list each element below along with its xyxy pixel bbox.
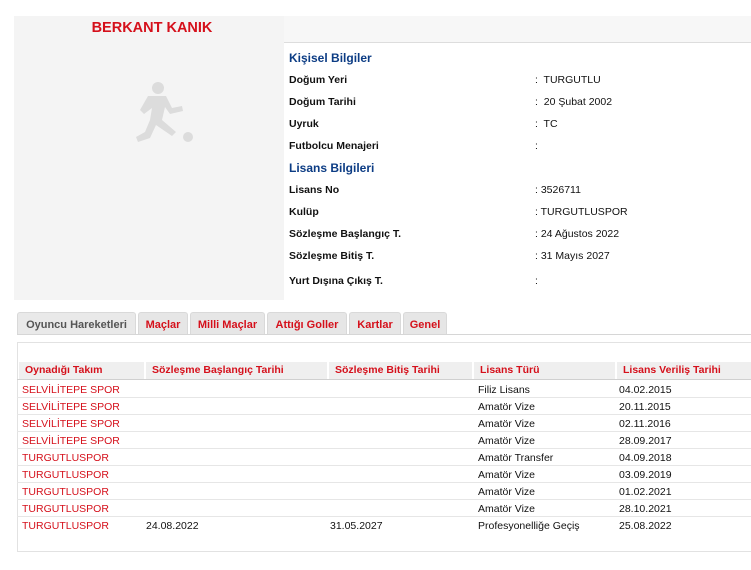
header-team: Oynadığı Takım [19, 362, 144, 379]
player-name: BERKANT KANIK [91, 20, 213, 36]
table-row: SELVİLİTEPE SPOR Filiz Lisans 04.02.2015 [17, 381, 751, 398]
nationality-value: : TC [535, 118, 558, 130]
contract-end-label: Sözleşme Bitiş T. [289, 250, 375, 262]
tab-goals[interactable]: Attığı Goller [267, 312, 347, 334]
birthdate-value: : 20 Şubat 2002 [535, 96, 613, 108]
abroad-exit-label: Yurt Dışına Çıkış T. [289, 275, 383, 287]
license-info-title: Lisans Bilgileri [289, 161, 375, 175]
license-date-cell: 25.08.2022 [619, 520, 672, 532]
license-no-value: : 3526711 [535, 184, 581, 196]
table-row: TURGUTLUSPOR 24.08.2022 31.05.2027 Profesyo… [17, 517, 751, 534]
table-row: TURGUTLUSPOR Amatör Vize 01.02.2021 [17, 483, 751, 500]
tab-national-matches[interactable]: Milli Maçlar [190, 312, 265, 334]
table-row: SELVİLİTEPE SPOR Amatör Vize 28.09.2017 [17, 432, 751, 449]
tab-divider [17, 334, 751, 335]
nationality-label: Uyruk [289, 118, 319, 130]
club-value: : TURGUTLUSPOR [535, 206, 628, 218]
birthplace-value: : TURGUTLU [535, 74, 601, 86]
agent-label: Futbolcu Menajeri [289, 140, 379, 152]
tab-general[interactable]: Genel [403, 312, 447, 334]
club-label: Kulüp [289, 206, 319, 218]
birthdate-label: Doğum Tarihi [289, 96, 356, 108]
license-no-label: Lisans No [289, 184, 340, 196]
contract-end-value: : 31 Mayıs 2027 [535, 250, 610, 262]
table-row: TURGUTLUSPOR Amatör Vize 03.09.2019 [17, 466, 751, 483]
tab-matches[interactable]: Maçlar [138, 312, 188, 334]
table-row: SELVİLİTEPE SPOR Amatör Vize 02.11.2016 [17, 415, 751, 432]
player-photo-area [14, 16, 284, 300]
license-type-cell: Profesyonelliğe Geçiş [478, 520, 580, 532]
contract-start-label: Sözleşme Başlangıç T. [289, 228, 402, 240]
table-row: TURGUTLUSPOR Amatör Vize 28.10.2021 [17, 500, 751, 517]
player-silhouette-icon [136, 82, 193, 142]
contract-start-value: : 24 Ağustos 2022 [535, 228, 620, 240]
team-cell[interactable]: TURGUTLUSPOR [22, 517, 109, 535]
header-license-date: Lisans Veriliş Tarihi [617, 362, 751, 379]
header-contract-end: Sözleşme Bitiş Tarihi [329, 362, 472, 379]
header-license-type: Lisans Türü [474, 362, 615, 379]
header-contract-start: Sözleşme Başlangıç Tarihi [146, 362, 327, 379]
tab-player-movements[interactable]: Oyuncu Hareketleri [17, 312, 136, 334]
agent-value: : [535, 140, 538, 152]
table-row: SELVİLİTEPE SPOR Amatör Vize 20.11.2015 [17, 398, 751, 415]
personal-info-title: Kişisel Bilgiler [289, 51, 372, 65]
table-row: TURGUTLUSPOR Amatör Transfer 04.09.2018 [17, 449, 751, 466]
info-top-border [284, 42, 751, 43]
tab-cards[interactable]: Kartlar [349, 312, 401, 334]
birthplace-label: Doğum Yeri [289, 74, 348, 86]
abroad-exit-value: : [535, 275, 538, 287]
header-divider [17, 379, 751, 380]
contract-start-cell: 24.08.2022 [146, 520, 199, 532]
contract-end-cell: 31.05.2027 [330, 520, 383, 532]
